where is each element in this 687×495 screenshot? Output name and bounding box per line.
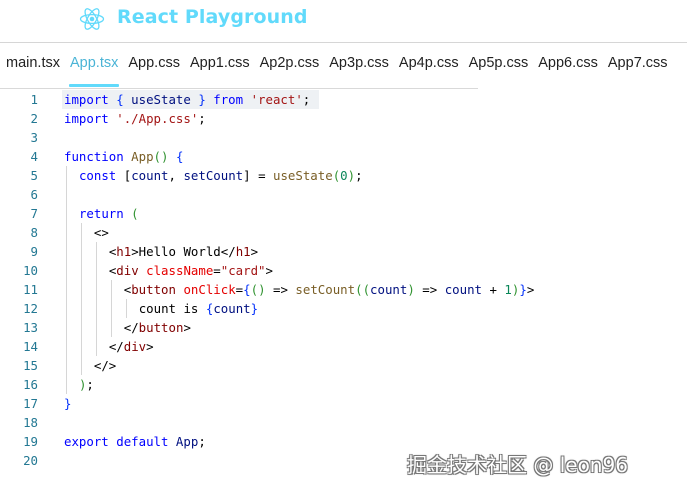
code-text: import './App.css'; bbox=[64, 111, 206, 126]
code-line[interactable]: 14 </div> bbox=[0, 337, 687, 356]
line-number: 5 bbox=[30, 168, 38, 183]
line-number: 11 bbox=[23, 282, 38, 297]
line-number: 4 bbox=[30, 149, 38, 164]
tab-ap5p-css[interactable]: Ap5p.css bbox=[464, 43, 534, 89]
app-header: React Playground bbox=[0, 0, 687, 42]
code-line[interactable]: 17} bbox=[0, 394, 687, 413]
code-line[interactable]: 5 const [count, setCount] = useState(0); bbox=[0, 166, 687, 185]
code-line[interactable]: 13 </button> bbox=[0, 318, 687, 337]
code-text: count is {count} bbox=[138, 301, 259, 316]
code-line[interactable]: 15 </> bbox=[0, 356, 687, 375]
line-number: 16 bbox=[23, 377, 38, 392]
line-number: 6 bbox=[30, 187, 38, 202]
code-line[interactable]: 7 return ( bbox=[0, 204, 687, 223]
file-tabs: main.tsx App.tsx App.css App1.css Ap2p.css Ap… bbox=[0, 43, 687, 89]
react-atom-icon bbox=[79, 8, 105, 30]
tab-app1-css[interactable]: App1.css bbox=[185, 43, 255, 89]
code-text: <button onClick={() => setCount((count) … bbox=[123, 282, 535, 297]
line-number: 12 bbox=[23, 301, 38, 316]
code-line[interactable]: 11 <button onClick={() => setCount((coun… bbox=[0, 280, 687, 299]
code-line[interactable]: 1 import { useState } from 'react'; bbox=[0, 90, 687, 109]
line-number: 9 bbox=[30, 244, 38, 259]
code-line[interactable]: 10 <div className="card"> bbox=[0, 261, 687, 280]
line-number: 7 bbox=[30, 206, 38, 221]
line-number: 3 bbox=[30, 130, 38, 145]
line-number: 10 bbox=[23, 263, 38, 278]
code-text: import { useState } from 'react'; bbox=[64, 92, 311, 107]
tab-main-tsx[interactable]: main.tsx bbox=[0, 43, 65, 89]
tab-app6-css[interactable]: App6.css bbox=[533, 43, 603, 89]
line-number: 8 bbox=[30, 225, 38, 240]
code-text: <h1>Hello World</h1> bbox=[108, 244, 259, 259]
tab-ap2p-css[interactable]: Ap2p.css bbox=[255, 43, 325, 89]
line-number: 13 bbox=[23, 320, 38, 335]
tab-ap4p-css[interactable]: Ap4p.css bbox=[394, 43, 464, 89]
code-text: </> bbox=[93, 358, 117, 373]
code-text: } bbox=[64, 396, 72, 411]
line-number: 15 bbox=[23, 358, 38, 373]
app-title: React Playground bbox=[117, 6, 308, 28]
code-text: const [count, setCount] = useState(0); bbox=[78, 168, 363, 183]
line-number: 19 bbox=[23, 434, 38, 449]
code-line[interactable]: 4 function App() { bbox=[0, 147, 687, 166]
code-text: return ( bbox=[78, 206, 139, 221]
code-line[interactable]: 6 bbox=[0, 185, 687, 204]
code-line[interactable]: 16 ); bbox=[0, 375, 687, 394]
code-text: <div className="card"> bbox=[108, 263, 273, 278]
code-text: export default App; bbox=[64, 434, 206, 449]
tab-app7-css[interactable]: App7.css bbox=[603, 43, 673, 89]
code-line[interactable]: 9 <h1>Hello World</h1> bbox=[0, 242, 687, 261]
code-text: </div> bbox=[108, 339, 154, 354]
line-number: 1 bbox=[30, 92, 38, 107]
code-text: </button> bbox=[123, 320, 191, 335]
code-line[interactable]: 12 count is {count} bbox=[0, 299, 687, 318]
line-number: 17 bbox=[23, 396, 38, 411]
code-line[interactable]: 3 bbox=[0, 128, 687, 147]
code-line[interactable]: 18 bbox=[0, 413, 687, 432]
tab-ap3p-css[interactable]: Ap3p.css bbox=[324, 43, 394, 89]
tab-app-css[interactable]: App.css bbox=[123, 43, 185, 89]
tab-app-tsx[interactable]: App.tsx bbox=[65, 43, 123, 89]
watermark: 掘金技术社区 @ leon96 bbox=[407, 453, 628, 477]
code-editor[interactable]: 1 import { useState } from 'react'; 2 impor… bbox=[0, 89, 687, 495]
code-line[interactable]: 8 <> bbox=[0, 223, 687, 242]
code-text: <> bbox=[93, 225, 109, 240]
code-text: ); bbox=[78, 377, 94, 392]
code-text: function App() { bbox=[64, 149, 184, 164]
code-line[interactable]: 2 import './App.css'; bbox=[0, 109, 687, 128]
line-number: 18 bbox=[23, 415, 38, 430]
line-number: 14 bbox=[23, 339, 38, 354]
line-number: 2 bbox=[30, 111, 38, 126]
line-number: 20 bbox=[23, 453, 38, 468]
